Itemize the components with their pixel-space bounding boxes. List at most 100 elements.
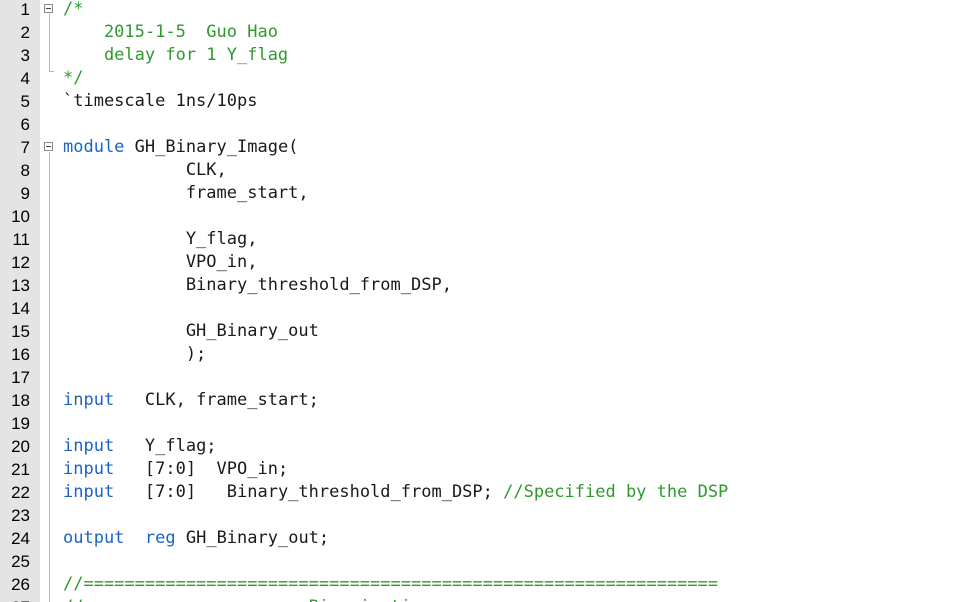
keyword-token: reg <box>144 528 176 548</box>
line-code: // Binarization <box>63 596 431 602</box>
line-number: 9 <box>20 184 30 203</box>
code-editor[interactable]: 1/* 2 2015-1-5 Guo Hao 3 delay for 1 Y_fla… <box>0 0 957 602</box>
line-code: VPO_in, <box>63 251 258 274</box>
code-line[interactable]: 8 CLK, <box>0 159 957 182</box>
keyword-token: output <box>63 528 125 548</box>
line-number: 3 <box>20 46 30 65</box>
line-code: Binary_threshold_from_DSP, <box>63 274 452 297</box>
line-code: */ <box>63 67 83 90</box>
line-code: input Y_flag; <box>63 435 217 458</box>
line-number: 7 <box>20 138 30 157</box>
line-number: 1 <box>20 0 30 19</box>
code-line[interactable]: 4 */ <box>0 67 957 90</box>
keyword-token: input <box>63 436 115 456</box>
plain-token: Y_flag; <box>114 436 217 456</box>
line-number: 26 <box>11 575 30 594</box>
line-number: 21 <box>11 460 30 479</box>
code-line[interactable]: 9 frame_start, <box>0 182 957 205</box>
line-code: Y_flag, <box>63 228 258 251</box>
plain-token: VPO_in, <box>63 252 258 272</box>
plain-token: [7:0] VPO_in; <box>114 459 289 479</box>
code-lines[interactable]: 1/* 2 2015-1-5 Guo Hao 3 delay for 1 Y_fla… <box>0 0 957 602</box>
line-number: 5 <box>20 92 30 111</box>
keyword-token: input <box>63 390 115 410</box>
code-line[interactable]: 2 2015-1-5 Guo Hao <box>0 21 957 44</box>
comment-token: // Binarization <box>63 597 431 602</box>
line-code: `timescale 1ns/10ps <box>63 90 257 113</box>
code-line[interactable]: 10 <box>0 205 957 228</box>
line-number: 16 <box>11 345 30 364</box>
code-line[interactable]: 12 VPO_in, <box>0 251 957 274</box>
line-number: 4 <box>20 69 30 88</box>
comment-token: //Specified by the DSP <box>503 482 729 502</box>
plain-token: GH_Binary_out <box>63 321 319 341</box>
line-number: 19 <box>11 414 30 433</box>
line-number: 22 <box>11 483 30 502</box>
plain-token: GH_Binary_out; <box>175 528 330 548</box>
code-line[interactable]: 14 <box>0 297 957 320</box>
comment-token: */ <box>63 68 84 88</box>
code-line[interactable]: 22 input [7:0] Binary_threshold_from_DSP;… <box>0 481 957 504</box>
code-line[interactable]: 5 `timescale 1ns/10ps <box>0 90 957 113</box>
code-line[interactable]: 20 input Y_flag; <box>0 435 957 458</box>
code-line[interactable]: 13 Binary_threshold_from_DSP, <box>0 274 957 297</box>
line-code: output reg GH_Binary_out; <box>63 527 329 550</box>
line-number: 11 <box>12 230 30 249</box>
plain-token: [7:0] Binary_threshold_from_DSP; <box>114 482 504 502</box>
code-line[interactable]: 23 <box>0 504 957 527</box>
code-line[interactable]: 1 /* <box>0 0 957 21</box>
keyword-token: input <box>63 459 115 479</box>
line-number: 2 <box>20 23 30 42</box>
plain-token: ); <box>63 344 207 364</box>
line-number: 14 <box>11 299 30 318</box>
plain-token: CLK, frame_start; <box>114 390 319 410</box>
plain-token: GH_Binary_Image( <box>124 137 299 157</box>
plain-token: CLK, <box>63 160 227 180</box>
code-line[interactable]: 27 // Binarization <box>0 596 957 602</box>
line-number: 10 <box>11 207 30 226</box>
line-code: input [7:0] VPO_in; <box>63 458 288 481</box>
code-line[interactable]: 26 //====================================… <box>0 573 957 596</box>
line-code: ); <box>63 343 206 366</box>
code-line[interactable]: 25 <box>0 550 957 573</box>
line-code: delay for 1 Y_flag <box>63 44 288 67</box>
line-code: /* <box>63 0 83 21</box>
line-number: 24 <box>11 529 30 548</box>
code-line[interactable]: 6 <box>0 113 957 136</box>
code-line[interactable]: 3 delay for 1 Y_flag <box>0 44 957 67</box>
line-code: CLK, <box>63 159 227 182</box>
line-code: 2015-1-5 Guo Hao <box>63 21 278 44</box>
plain-token: `timescale 1ns/10ps <box>63 91 258 111</box>
line-number: 15 <box>11 322 30 341</box>
line-code: frame_start, <box>63 182 309 205</box>
line-number: 20 <box>11 437 30 456</box>
keyword-token: module <box>63 137 125 157</box>
code-line[interactable]: 24 output reg GH_Binary_out; <box>0 527 957 550</box>
line-number: 23 <box>11 506 30 525</box>
keyword-token: input <box>63 482 115 502</box>
code-line[interactable]: 21 input [7:0] VPO_in; <box>0 458 957 481</box>
line-number: 17 <box>11 368 30 387</box>
line-code: GH_Binary_out <box>63 320 319 343</box>
code-line[interactable]: 7 module GH_Binary_Image( <box>0 136 957 159</box>
plain-token: Y_flag, <box>63 229 258 249</box>
line-number: 25 <box>11 552 30 571</box>
plain-token: Binary_threshold_from_DSP, <box>63 275 452 295</box>
line-number: 27 <box>0 596 30 602</box>
line-code: input CLK, frame_start; <box>63 389 319 412</box>
line-number: 8 <box>20 161 30 180</box>
code-line[interactable]: 16 ); <box>0 343 957 366</box>
comment-token: 2015-1-5 Guo Hao <box>63 22 278 42</box>
comment-token: /* <box>63 0 84 19</box>
line-code: //======================================… <box>63 573 718 596</box>
code-line[interactable]: 11 Y_flag, <box>0 228 957 251</box>
code-line[interactable]: 19 <box>0 412 957 435</box>
comment-token: //======================================… <box>63 574 719 594</box>
line-number: 13 <box>11 276 30 295</box>
code-line[interactable]: 15 GH_Binary_out <box>0 320 957 343</box>
code-line[interactable]: 18 input CLK, frame_start; <box>0 389 957 412</box>
line-code: input [7:0] Binary_threshold_from_DSP; /… <box>63 481 728 504</box>
comment-token: delay for 1 Y_flag <box>63 45 289 65</box>
code-line[interactable]: 17 <box>0 366 957 389</box>
